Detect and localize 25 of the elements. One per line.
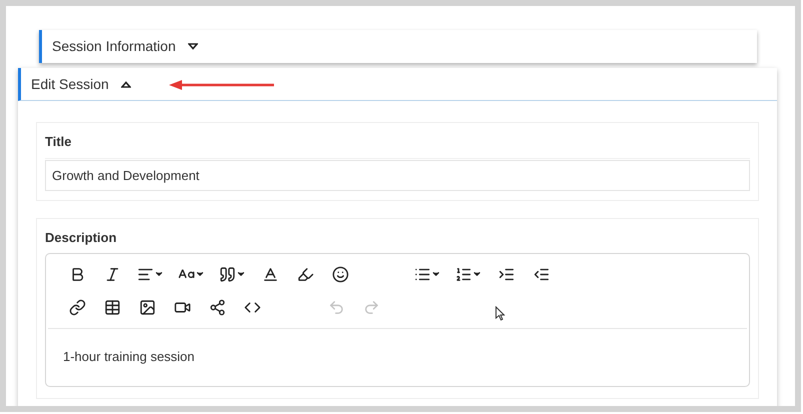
field-label: Title [45, 132, 750, 158]
accordion-header[interactable]: Edit Session [18, 68, 777, 101]
title-input[interactable]: Growth and Development [45, 160, 750, 190]
mouse-cursor-icon [495, 306, 505, 321]
accordion-header[interactable]: Session Information [39, 30, 757, 63]
font-color-icon [262, 266, 278, 282]
redo-icon [362, 298, 380, 316]
share-icon [208, 298, 226, 316]
dropdown-caret-icon [194, 269, 204, 279]
field-label: Description [45, 228, 118, 247]
dropdown-caret-icon [430, 269, 440, 279]
dropdown-caret-icon [472, 269, 482, 279]
expand-caret-icon[interactable] [188, 43, 198, 50]
undo-icon [328, 298, 344, 316]
highlighter-icon [296, 266, 314, 282]
editor-content[interactable]: 1-hour training session [46, 329, 749, 386]
table-icon [104, 298, 120, 316]
dropdown-caret-icon [236, 269, 246, 279]
quote-icon [218, 266, 236, 282]
numbered-list-icon [454, 266, 472, 282]
image-icon [138, 298, 156, 316]
collapse-caret-icon[interactable] [120, 80, 131, 88]
link-icon [68, 298, 86, 316]
emoji-icon [332, 266, 348, 282]
dropdown-caret-icon [154, 269, 164, 279]
